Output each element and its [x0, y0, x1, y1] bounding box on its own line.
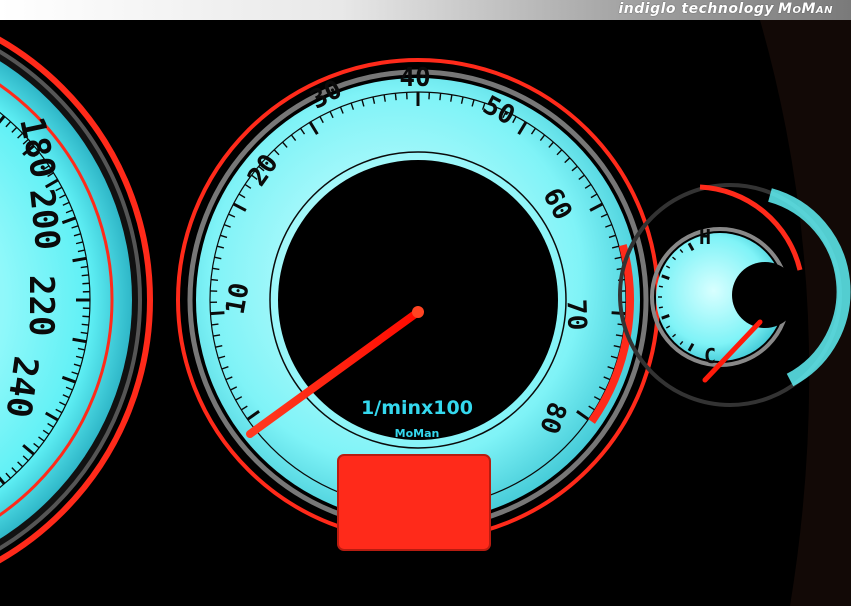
top-banner: indiglo technology MoMan: [0, 0, 851, 20]
tachometer-label-70: 70: [560, 299, 591, 331]
odometer-display-window: [337, 454, 491, 551]
tachometer-label-10: 10: [221, 281, 256, 317]
temp-gauge-hot-label: H: [699, 225, 711, 249]
speedometer-tick: [80, 265, 88, 269]
tachometer-tick: [210, 278, 219, 281]
speedometer-label-200: 200: [21, 187, 67, 252]
tachometer-tick: [394, 93, 397, 101]
speedometer-tick: [81, 323, 89, 326]
tachometer: 10 20 30 40 50 60 70 80 1/minx100 MoMan: [168, 50, 668, 551]
temp-gauge-tick: [658, 306, 664, 309]
speedometer-tick: [81, 274, 89, 277]
temp-gauge-cold-label: C: [704, 344, 716, 368]
temp-gauge-tick: [658, 285, 664, 288]
temp-gauge-pivot-cover: [732, 262, 798, 328]
tachometer-logo: MoMan: [395, 427, 440, 440]
speedometer-label-240: 240: [0, 354, 46, 420]
tachometer-tick: [210, 311, 225, 316]
instrument-cluster: 180 200 220 240 10 20 30 40 50 60 70 80 …: [0, 20, 851, 606]
speedometer-tick: [80, 331, 88, 335]
banner-text: indiglo technology MoMan: [619, 1, 834, 17]
tachometer-label-40: 40: [399, 63, 430, 93]
tachometer-tick: [211, 323, 219, 326]
tachometer-unit-label: 1/minx100: [361, 397, 473, 419]
banner-brand: MoMan: [778, 1, 833, 17]
speedometer-label-220: 220: [21, 275, 61, 336]
tachometer-tick: [439, 93, 442, 101]
banner-tagline: indiglo technology: [618, 1, 775, 17]
tachometer-needle-hub: [412, 306, 424, 318]
